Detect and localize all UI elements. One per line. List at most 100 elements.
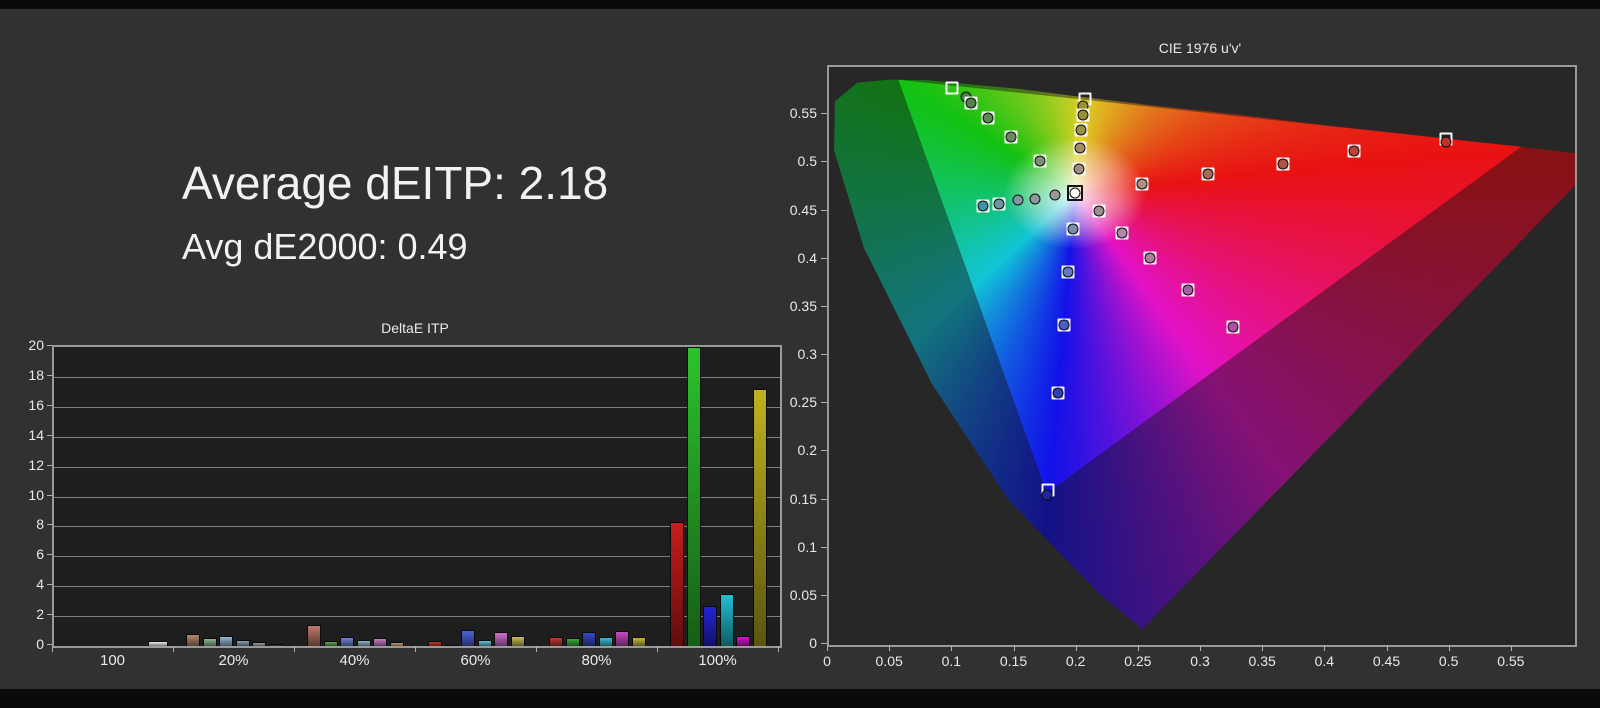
cie-x-tick [1386,645,1388,651]
cie-measurement-point [982,112,994,124]
cie-measurement-point [1069,187,1081,199]
bar-chart-title: DeltaE ITP [381,320,449,336]
cie-measurement-point [1182,284,1194,296]
cie-y-tick [821,354,827,355]
top-letterbox [0,0,1600,9]
bar-green20 [202,638,217,646]
bar-x-category-label: 100% [698,652,737,669]
bar-gridline [54,376,780,378]
average-deitp-value: Average dEITP: 2.18 [182,157,609,209]
bar-y-tick [47,644,52,645]
bar-yellow20 [268,644,283,646]
bar-x-category-label: 40% [339,652,370,669]
bar-blue20 [219,636,233,646]
bar-yellow80 [631,636,646,646]
bar-x-tick [536,646,537,652]
cie-x-tick [1137,645,1139,651]
cie-measurement-point [1058,319,1070,331]
cie-measurement-point [1062,266,1074,278]
bar-blue80 [582,631,596,646]
cie-y-tick [821,450,827,452]
cie-x-tick [1200,645,1201,651]
bar-blue40 [340,637,354,646]
cie-measurement-point [1440,136,1452,148]
cie-x-tick [1262,645,1264,651]
average-de2000-value: Avg dE2000: 0.49 [182,226,468,267]
cie-measurement-point [1041,489,1053,501]
bar-red100 [670,521,684,646]
bar-x-category-label: 80% [581,652,612,669]
bar-yellow100 [752,388,767,646]
bar-x-tick [52,646,53,652]
bar-magenta100 [736,636,750,646]
bar-y-tick-label: 12 [28,456,44,473]
cie-measurement-point [1012,194,1024,206]
cie-measurement-point [1348,145,1360,157]
cie-measurement-point [1075,124,1087,136]
cie-x-tick [1510,645,1512,651]
measurement-markers [829,67,1575,645]
bar-y-tick [47,494,52,496]
bar-x-tick [173,646,174,652]
cie-y-tick [821,305,827,307]
bar-blue60 [461,629,475,646]
bar-cyan20 [235,639,250,646]
bar-cyan60 [477,639,492,646]
cie-x-tick-label: 0.55 [1497,653,1525,669]
bar-cyan100 [719,594,734,646]
cie-y-tick [821,594,827,596]
cie-measurement-point [965,97,977,109]
bar-y-tick [47,554,52,556]
bar-red80 [549,637,563,646]
bar-y-tick-label: 4 [36,576,44,593]
bar-y-tick-label: 16 [28,396,44,413]
bottom-letterbox [0,689,1600,708]
bar-y-tick-label: 20 [28,337,44,353]
bar-green60 [444,645,459,646]
bar-y-tick [47,524,52,526]
cie-measurement-point [1277,158,1289,170]
bar-magenta40 [373,637,387,646]
cie-y-tick-label: 0.55 [789,105,817,122]
cie-measurement-point [1029,193,1041,205]
bar-green40 [323,641,338,646]
bar-magenta60 [494,631,508,646]
cie-x-tick [1324,645,1326,651]
cie-y-tick-label: 0.05 [789,586,817,603]
bar-y-tick-label: 8 [36,516,44,533]
bar-red60 [428,641,442,646]
bar-yellow60 [510,636,525,646]
bar-green100 [686,347,701,646]
cie-measurement-point [977,200,989,212]
bar-y-tick-label: 14 [28,426,44,443]
cie-target-square [945,81,959,95]
cie-x-tick [1075,645,1077,651]
bar-red40 [307,625,321,646]
bar-magenta20 [252,641,266,646]
cie-measurement-point [1227,321,1239,333]
cie-y-tick [821,546,827,548]
bar-cyan80 [598,636,613,646]
cie-y-tick-label: 0.5 [797,153,817,170]
cie-measurement-point [1067,223,1079,235]
bar-cyan40 [356,639,371,646]
cie-measurement-point [1136,178,1148,190]
cie-measurement-point [1093,205,1105,217]
bar-y-tick-label: 18 [28,366,44,383]
bar-gridline [54,496,780,498]
cie-y-tick-label: 0.15 [789,490,817,507]
cie-y-tick-label: 0.1 [797,538,817,555]
bar-y-tick-label: 6 [36,546,44,563]
cie-measurement-point [1049,189,1061,201]
cie-y-tick [821,209,827,211]
cie-x-tick [1013,645,1015,651]
cie-measurement-point [1074,142,1086,154]
bar-y-tick [47,614,52,616]
calibration-report: Average dEITP: 2.18 Avg dE2000: 0.49 Del… [0,0,1600,708]
deltae-bar-chart [52,345,782,648]
cie-x-tick [889,645,891,651]
cie-y-tick [821,161,827,163]
cie-measurement-point [1116,227,1128,239]
bar-red20 [186,634,200,646]
bar-x-tick [415,646,416,652]
